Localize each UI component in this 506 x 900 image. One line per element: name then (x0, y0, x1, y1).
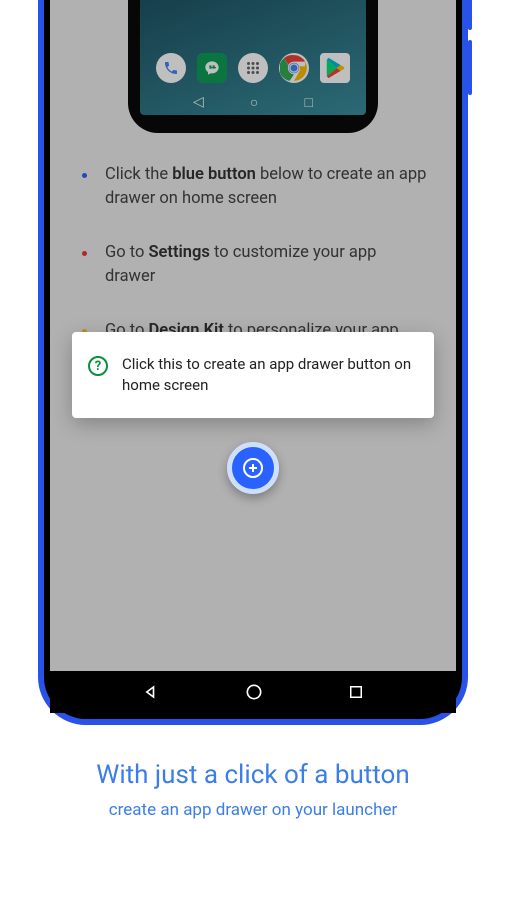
phone-frame: HOME SETTINGS DESIGN KIT MORE ︿ (38, 0, 468, 725)
marketing-caption: With just a click of a button create an … (0, 760, 506, 820)
recents-button[interactable] (347, 683, 365, 701)
home-button[interactable] (244, 682, 264, 702)
caption-title: With just a click of a button (0, 760, 506, 790)
android-nav-bar (50, 671, 456, 713)
plus-icon (241, 456, 265, 480)
power-button (468, 40, 472, 95)
tooltip-text: Click this to create an app drawer butto… (122, 354, 416, 396)
tooltip-card: ? Click this to create an app drawer but… (72, 332, 434, 418)
phone-bezel: HOME SETTINGS DESIGN KIT MORE ︿ (44, 0, 462, 719)
screen: HOME SETTINGS DESIGN KIT MORE ︿ (50, 0, 456, 713)
caption-subtitle: create an app drawer on your launcher (0, 800, 506, 820)
help-icon: ? (88, 356, 108, 376)
create-drawer-button[interactable] (227, 442, 279, 494)
back-button[interactable] (141, 682, 161, 702)
volume-button (468, 0, 472, 30)
